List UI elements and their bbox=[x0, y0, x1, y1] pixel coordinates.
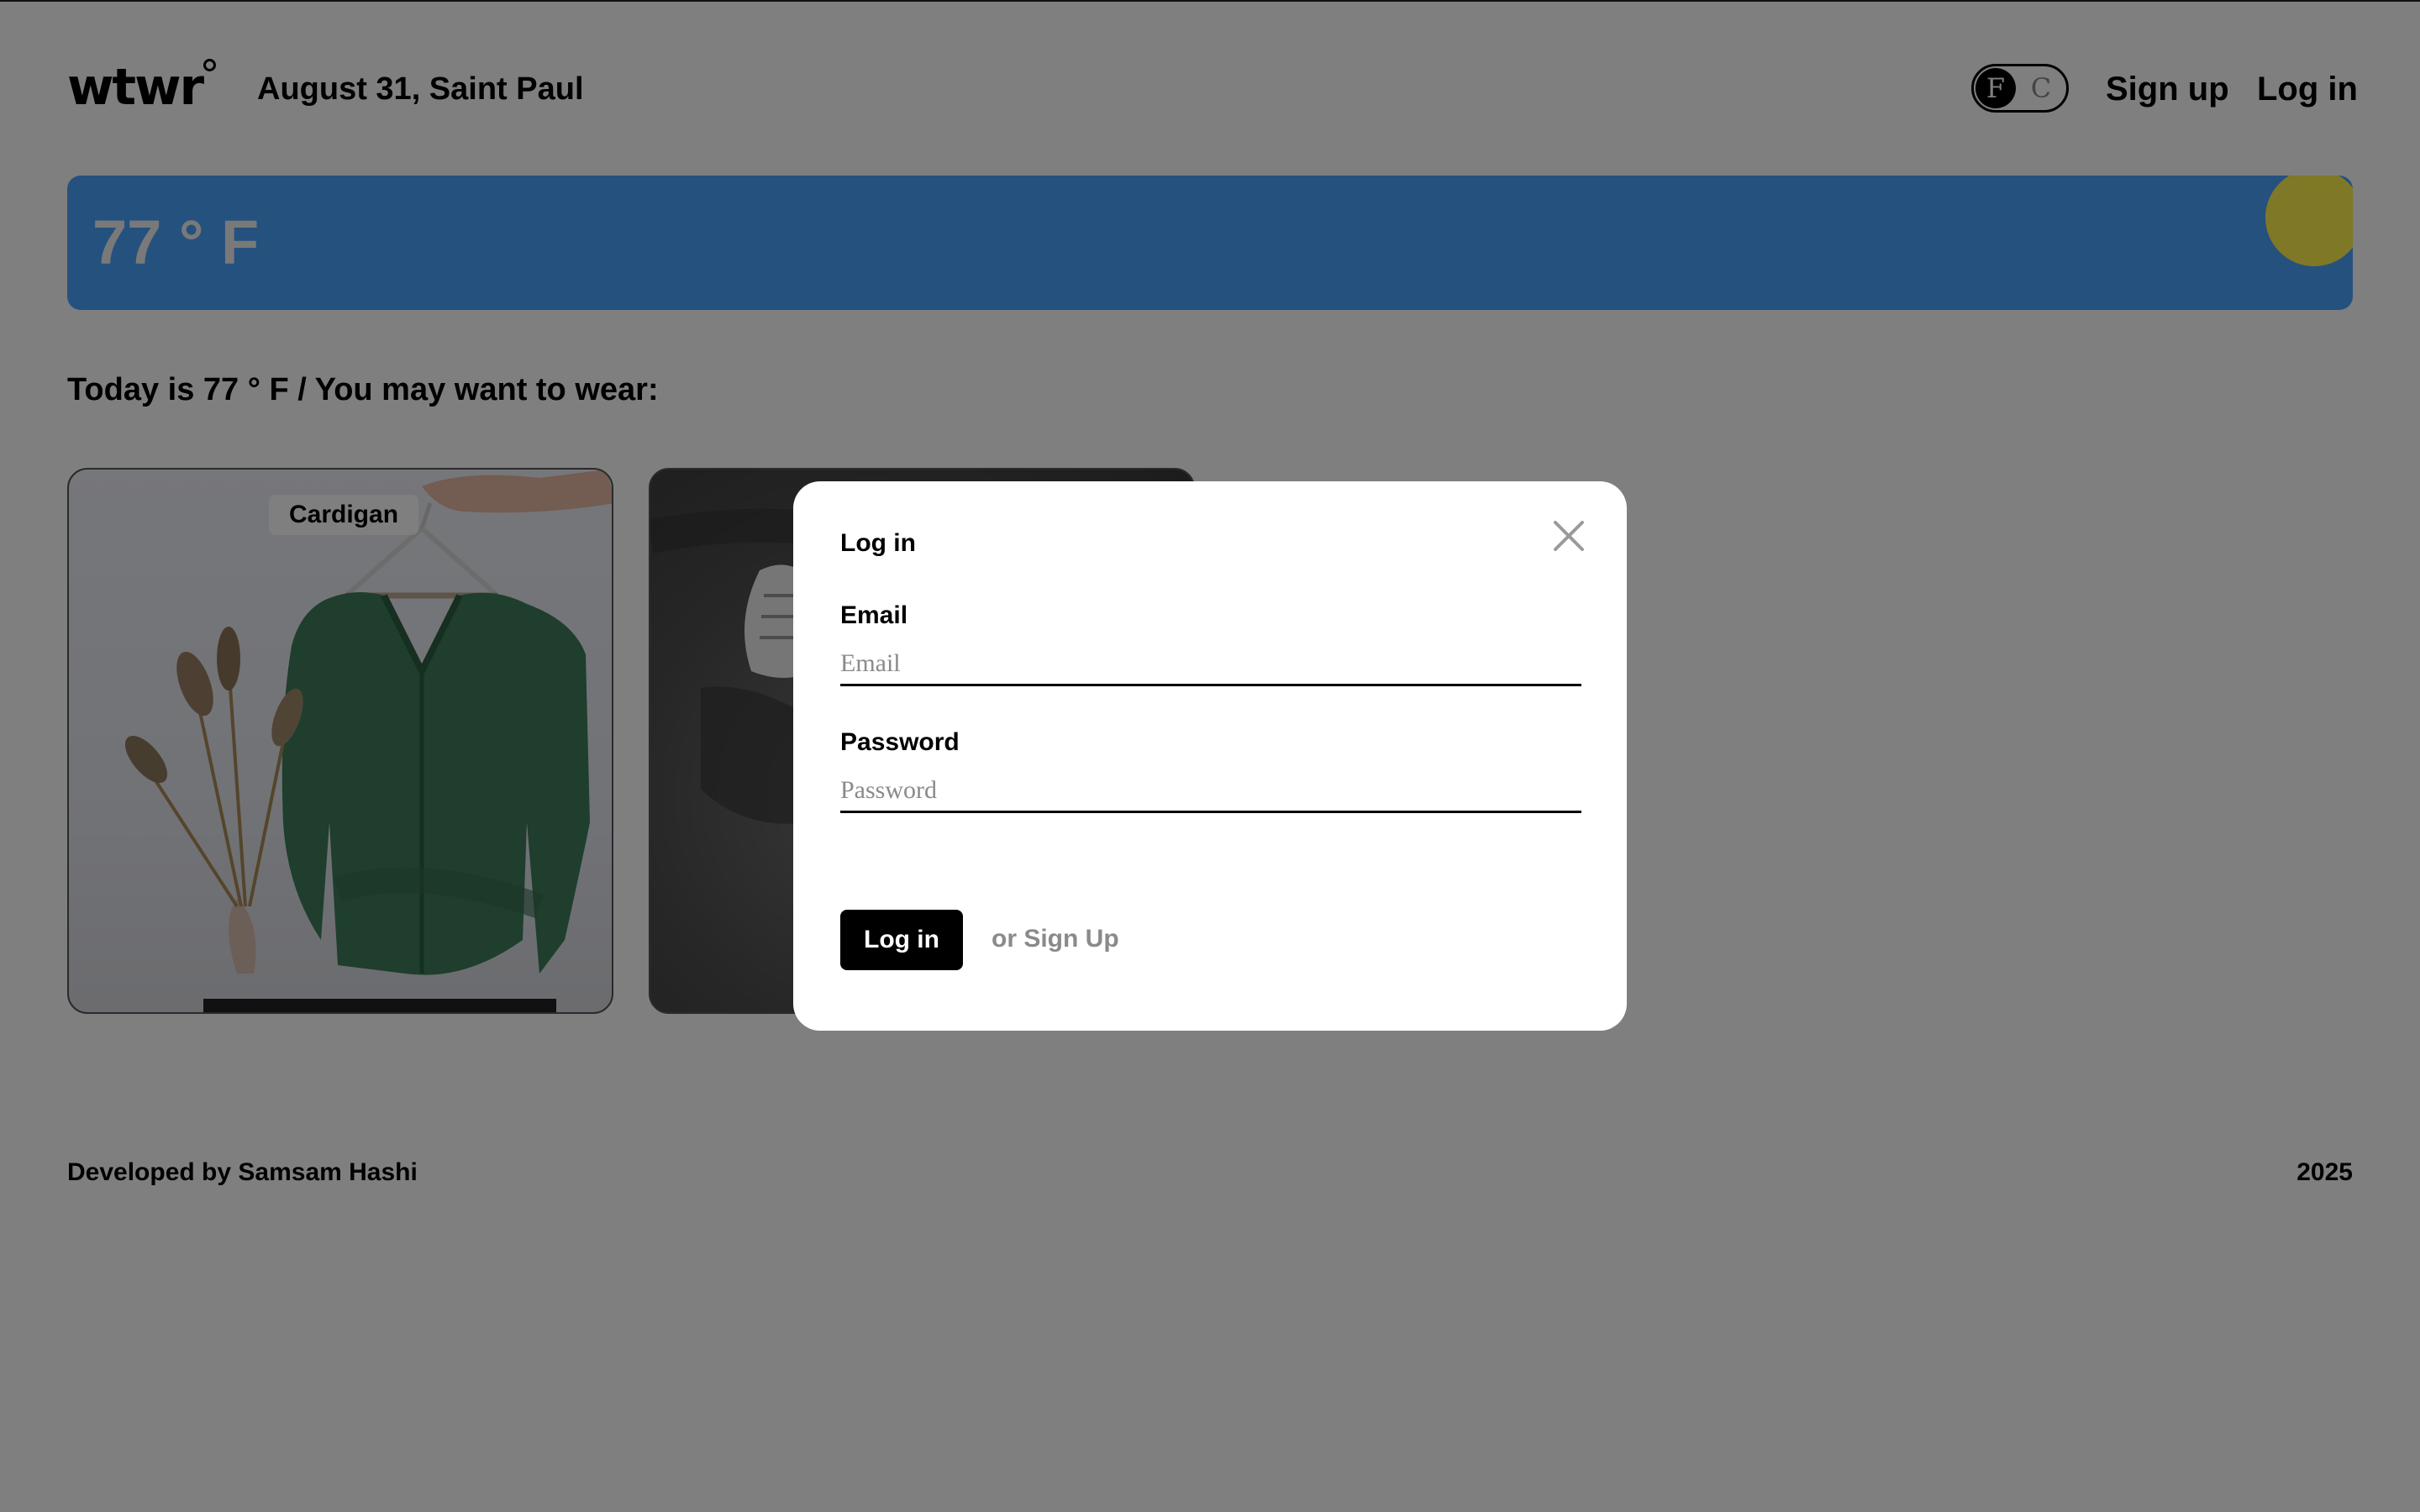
email-field[interactable] bbox=[840, 643, 1581, 686]
password-field[interactable] bbox=[840, 770, 1581, 813]
login-modal: Log in Email Password Log in or Sign Up bbox=[793, 481, 1627, 1031]
email-label: Email bbox=[840, 601, 908, 629]
close-icon[interactable] bbox=[1548, 515, 1590, 557]
signup-link[interactable]: or Sign Up bbox=[992, 924, 1119, 954]
modal-title: Log in bbox=[840, 529, 916, 557]
password-label: Password bbox=[840, 728, 960, 756]
login-submit-button[interactable]: Log in bbox=[840, 910, 963, 970]
